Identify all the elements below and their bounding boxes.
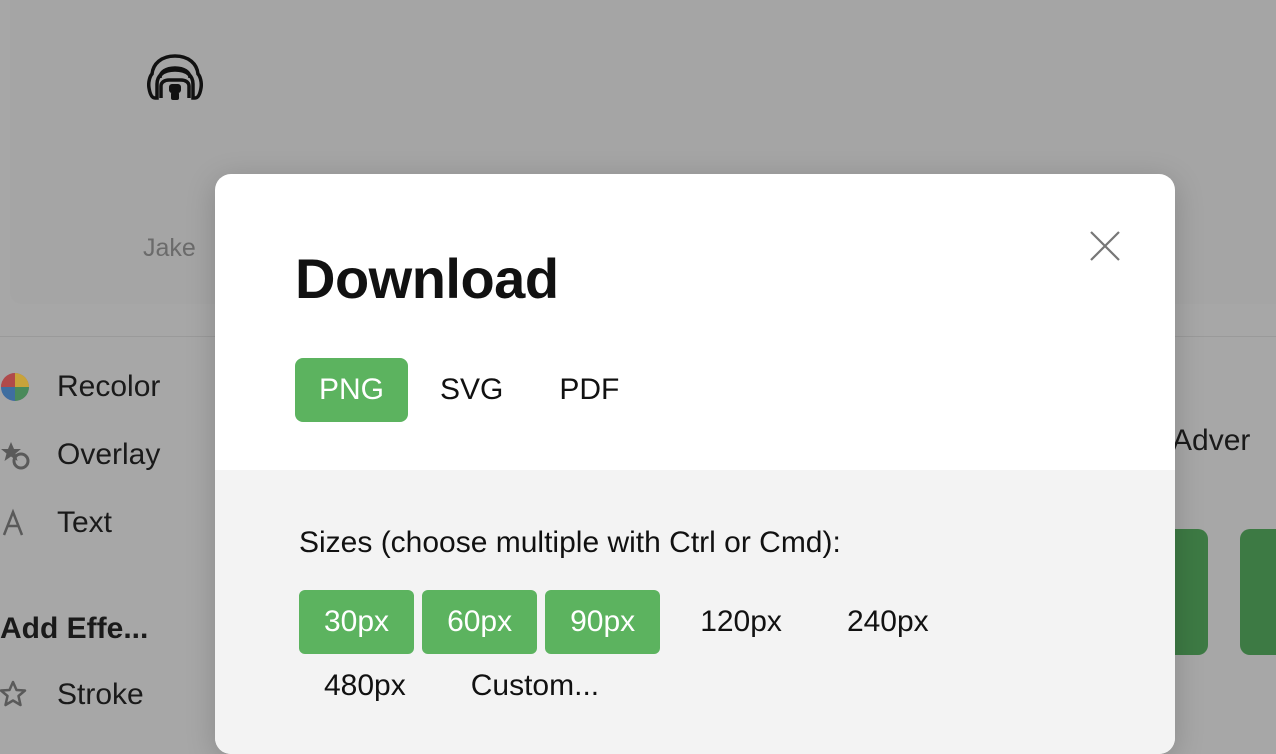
menu-item-label: Overlay <box>57 438 161 471</box>
text-icon <box>0 508 30 538</box>
jake-dog-icon <box>147 54 203 100</box>
menu-item-label: Stroke <box>57 678 144 711</box>
advanced-label: Adver <box>1172 424 1251 457</box>
effects-heading: Add Effe... <box>0 612 149 645</box>
star-outline-icon <box>0 680 30 710</box>
size-option-60px[interactable]: 60px <box>422 590 538 654</box>
icon-name-label: Jake <box>143 234 196 262</box>
sizes-label: Sizes (choose multiple with Ctrl or Cmd)… <box>299 526 841 559</box>
size-option-240px[interactable]: 240px <box>822 590 954 654</box>
bg-button <box>1240 529 1276 655</box>
menu-item-stroke[interactable]: Stroke <box>0 678 144 712</box>
format-tabs: PNG SVG PDF <box>295 358 651 422</box>
menu-item-text[interactable]: Text <box>0 506 112 540</box>
size-option-480px[interactable]: 480px <box>299 654 431 718</box>
size-chip-list: 30px 60px 90px 120px 240px 480px Custom.… <box>299 590 1019 718</box>
tab-pdf[interactable]: PDF <box>535 358 643 422</box>
menu-item-recolor[interactable]: Recolor <box>0 370 160 404</box>
dialog-title: Download <box>295 247 559 310</box>
size-option-90px[interactable]: 90px <box>545 590 661 654</box>
color-wheel-icon <box>0 372 30 402</box>
overlay-icon <box>0 440 30 470</box>
download-dialog: Download PNG SVG PDF Sizes (choose multi… <box>215 174 1175 754</box>
size-option-custom[interactable]: Custom... <box>439 654 624 718</box>
menu-item-overlay[interactable]: Overlay <box>0 438 160 472</box>
size-option-120px[interactable]: 120px <box>668 590 814 654</box>
size-options-panel: Sizes (choose multiple with Ctrl or Cmd)… <box>215 470 1175 754</box>
menu-item-label: Recolor <box>57 370 161 403</box>
tab-svg[interactable]: SVG <box>416 358 527 422</box>
tab-png[interactable]: PNG <box>295 358 409 422</box>
size-option-30px[interactable]: 30px <box>299 590 415 654</box>
menu-item-label: Text <box>57 506 113 539</box>
close-icon[interactable] <box>1085 226 1125 266</box>
